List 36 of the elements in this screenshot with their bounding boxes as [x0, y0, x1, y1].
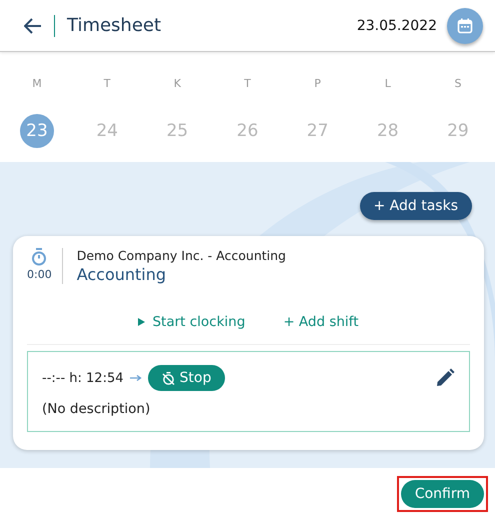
- time-range: --:-- h: 12:54: [42, 370, 124, 386]
- task-duration: 0:00: [27, 268, 52, 281]
- time-entry[interactable]: --:-- h: 12:54 Stop (No description): [27, 351, 470, 432]
- weekday-label: K: [174, 77, 181, 90]
- day-button[interactable]: 24: [90, 114, 124, 148]
- stopwatch-icon: [31, 248, 48, 266]
- edit-button[interactable]: [435, 368, 455, 388]
- pencil-icon: [435, 368, 455, 388]
- back-button[interactable]: [22, 16, 44, 36]
- add-shift-link[interactable]: + Add shift: [283, 314, 358, 330]
- day-button[interactable]: 28: [370, 114, 405, 148]
- start-clocking-link[interactable]: Start clocking: [138, 314, 246, 330]
- page-title: Timesheet: [67, 15, 162, 36]
- day-button[interactable]: 26: [230, 114, 264, 148]
- add-tasks-button[interactable]: + Add tasks: [360, 192, 472, 220]
- company-name: Demo Company Inc. - Accounting: [76, 248, 286, 263]
- arrow-icon: [130, 375, 142, 381]
- entry-description: (No description): [42, 401, 152, 417]
- weekday-label: S: [454, 77, 462, 90]
- stop-button[interactable]: Stop: [148, 365, 226, 391]
- weekday-label: P: [314, 77, 321, 90]
- day-button[interactable]: 25: [160, 114, 194, 148]
- day-button[interactable]: 27: [300, 114, 335, 148]
- confirm-button[interactable]: Confirm: [400, 480, 484, 508]
- weekday-label: M: [32, 77, 42, 90]
- calendar-icon: [457, 18, 473, 34]
- day-button[interactable]: 29: [440, 114, 475, 148]
- day-button[interactable]: 23: [20, 114, 54, 148]
- back-arrow-icon: [24, 18, 42, 34]
- current-date: 23.05.2022: [356, 18, 437, 34]
- weekday-label: L: [384, 77, 391, 90]
- play-icon: [138, 318, 146, 326]
- timer-off-icon: [162, 372, 174, 384]
- weekday-label: T: [244, 77, 251, 90]
- weekday-label: T: [104, 77, 111, 90]
- task-name: Accounting: [76, 265, 168, 284]
